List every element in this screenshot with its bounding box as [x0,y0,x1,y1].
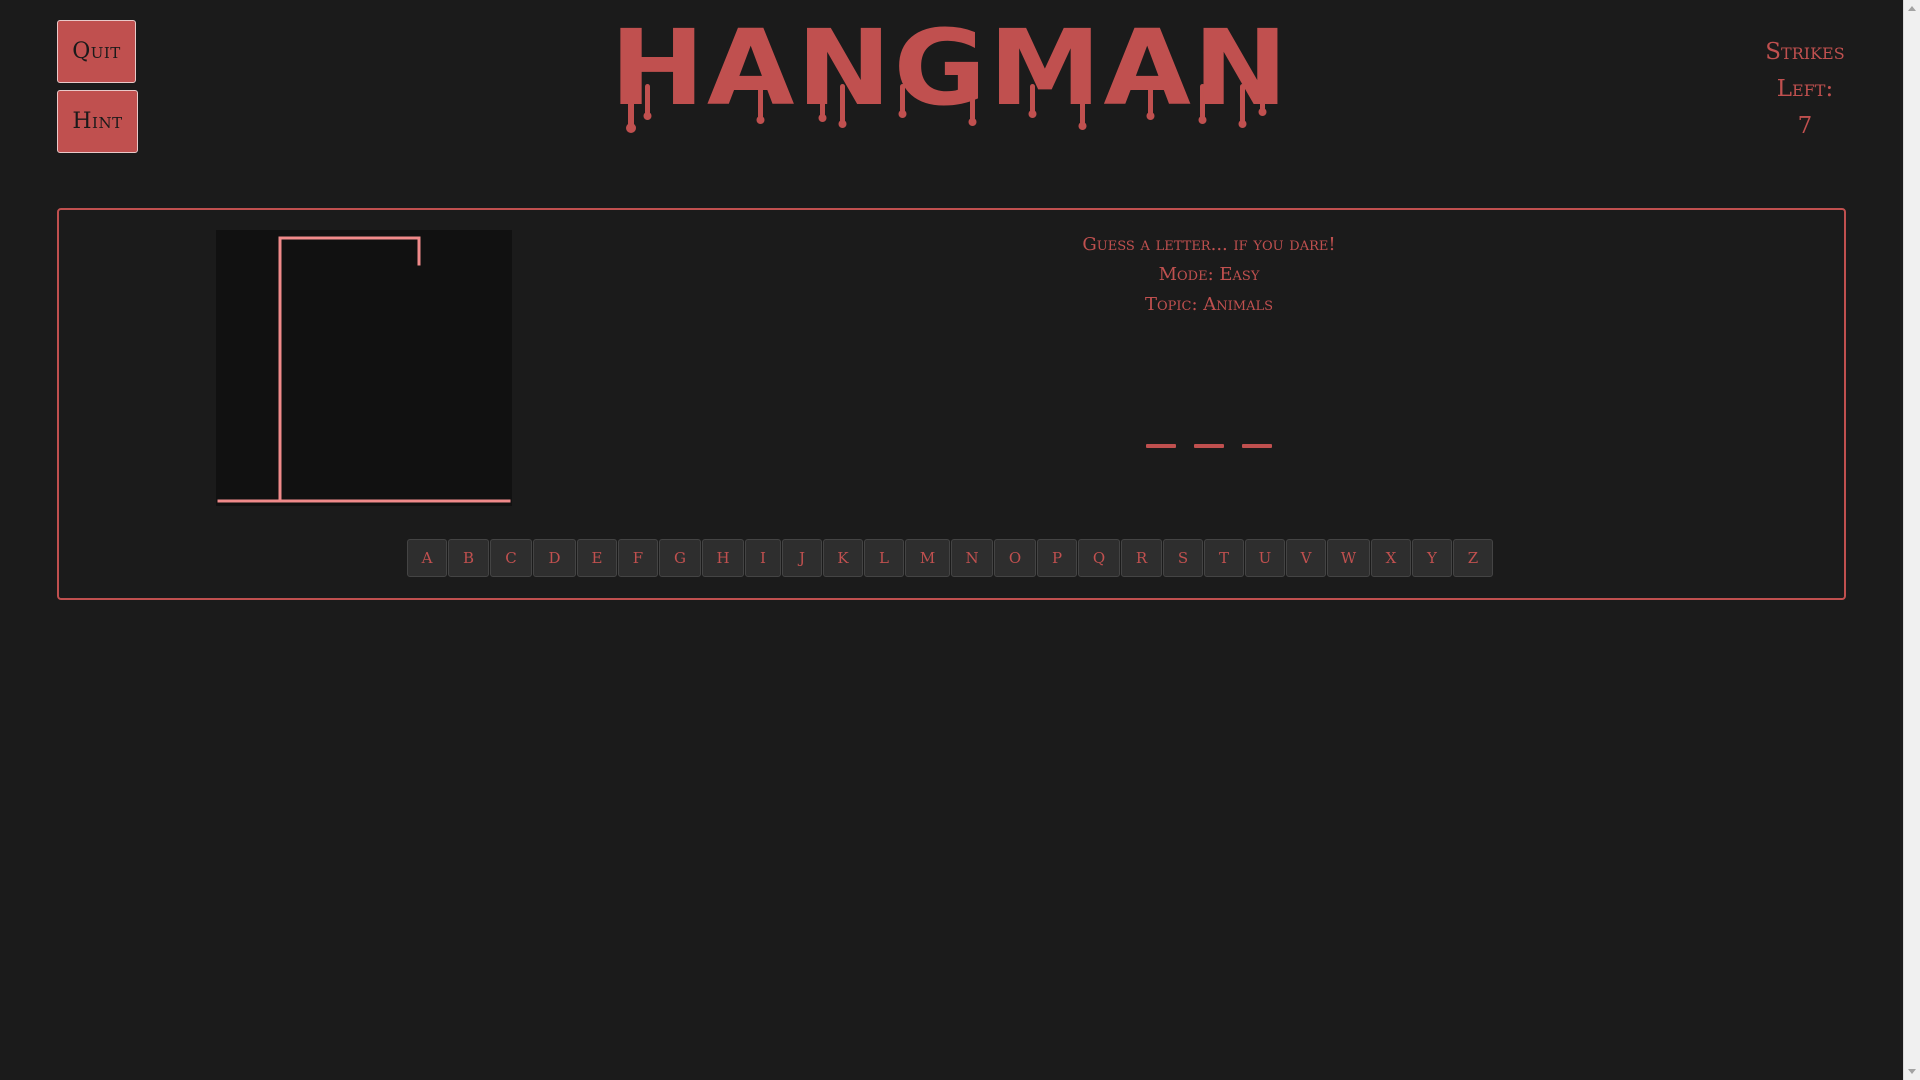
hint-button[interactable]: Hint [57,90,138,153]
letter-key-b[interactable]: B [448,539,489,577]
mode-label: Mode: Easy [1158,264,1260,285]
guess-prompt: Guess a letter... if you dare! [1082,234,1336,255]
letter-key-f[interactable]: F [618,539,658,577]
strikes-label-left: Left: [1776,76,1834,102]
quit-button[interactable]: Quit [57,20,136,83]
letter-key-y[interactable]: Y [1412,539,1452,577]
letter-key-a[interactable]: A [407,539,447,577]
game-title-logo: HANGMAN [600,7,1300,144]
letter-key-j[interactable]: J [782,539,822,577]
letter-key-q[interactable]: Q [1078,539,1120,577]
letter-key-c[interactable]: C [490,539,532,577]
letter-key-h[interactable]: H [702,539,744,577]
letter-key-m[interactable]: M [905,539,950,577]
strikes-left-value: 7 [1797,113,1813,139]
letter-key-s[interactable]: S [1163,539,1203,577]
word-display [1059,444,1359,448]
scrollbar[interactable] [1903,0,1920,1080]
letter-key-n[interactable]: N [951,539,993,577]
letter-key-k[interactable]: K [823,539,863,577]
letter-key-r[interactable]: R [1121,539,1162,577]
letter-keyboard: ABCDEFGHIJKLMNOPQRSTUVWXYZ [407,539,1494,577]
game-panel: Guess a letter... if you dare! Mode: Eas… [57,208,1846,600]
strikes-counter: Strikes Left: 7 [1750,34,1860,145]
letter-key-i[interactable]: I [745,539,781,577]
game-info: Guess a letter... if you dare! Mode: Eas… [1059,230,1359,320]
letter-key-w[interactable]: W [1327,539,1370,577]
letter-key-t[interactable]: T [1204,539,1244,577]
letter-blank [1194,444,1224,448]
strikes-label: Strikes [1765,39,1845,65]
letter-key-d[interactable]: D [533,539,576,577]
letter-key-e[interactable]: E [577,539,617,577]
hangman-page: Quit Hint HANGMAN Strikes Left: 7 Guess … [0,0,1920,1080]
letter-key-g[interactable]: G [659,539,701,577]
letter-key-o[interactable]: O [994,539,1036,577]
scroll-down-arrow-icon[interactable] [1908,1069,1916,1074]
gallows-canvas [216,230,512,506]
letter-blank [1146,444,1176,448]
letter-key-l[interactable]: L [864,539,904,577]
letter-key-z[interactable]: Z [1453,539,1493,577]
letter-key-x[interactable]: X [1371,539,1411,577]
topic-label: Topic: Animals [1144,294,1274,315]
letter-blank [1242,444,1272,448]
letter-key-u[interactable]: U [1245,539,1285,577]
letter-key-p[interactable]: P [1037,539,1077,577]
letter-key-v[interactable]: V [1286,539,1326,577]
game-title: HANGMAN [610,14,1290,129]
scroll-up-arrow-icon[interactable] [1908,6,1916,11]
